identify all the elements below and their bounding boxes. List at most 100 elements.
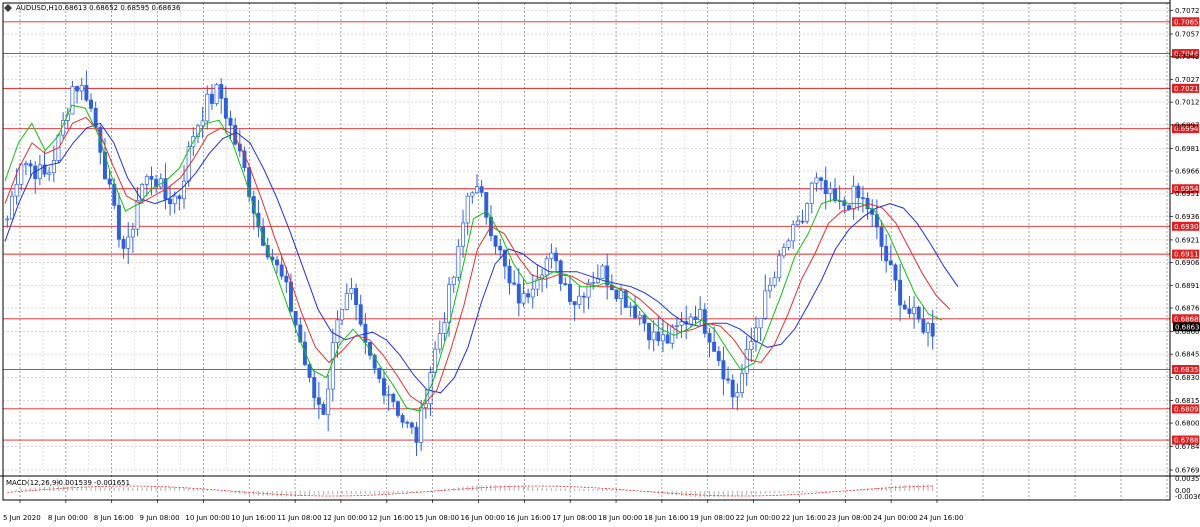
candle-body <box>530 288 535 298</box>
candle-body <box>470 192 475 197</box>
time-tick-label: 8 Jun 16:00 <box>94 514 134 522</box>
candle-body <box>549 252 554 260</box>
macd-axis-label: -0.003651 <box>1175 493 1200 501</box>
candle-body <box>577 295 582 306</box>
current-price-tag: 0.68636 <box>1173 322 1200 332</box>
candle-body <box>377 367 382 379</box>
candle-body <box>326 388 331 415</box>
candle-body <box>405 421 410 424</box>
time-tick-label: 8 Jun 00:00 <box>48 514 88 522</box>
price-level-label: 0.70651 <box>1174 18 1200 26</box>
candle-body <box>465 195 470 224</box>
candle-body <box>84 85 89 101</box>
time-tick-label: 19 Jun 08:00 <box>690 514 734 522</box>
candle-body <box>791 224 796 242</box>
candle-body <box>567 283 572 302</box>
candle-body <box>358 304 363 325</box>
price-tick-label: 0.70725 <box>1175 7 1200 15</box>
candle-body <box>484 192 489 218</box>
price-tick-label: 0.69970 <box>1175 121 1200 129</box>
candle-body <box>121 238 126 249</box>
candle-body <box>930 322 935 337</box>
price-level-label: 0.68689 <box>1174 315 1200 323</box>
candle-body <box>712 341 717 352</box>
time-tick-label: 15 Jun 08:00 <box>415 514 459 522</box>
candle-body <box>912 306 917 314</box>
candle-body <box>182 180 187 200</box>
candle-body <box>275 259 280 266</box>
candle-body <box>344 293 349 310</box>
current-price-label: 0.68636 <box>1175 323 1200 331</box>
price-tick-label: 0.68760 <box>1175 305 1200 313</box>
candle-body <box>419 407 424 443</box>
time-tick-label: 11 Jun 08:00 <box>277 514 321 522</box>
candle-body <box>9 195 14 220</box>
candle-body <box>526 293 531 298</box>
candle-body <box>400 415 405 423</box>
candle-body <box>75 86 80 92</box>
candle-body <box>740 372 745 394</box>
candle-body <box>772 277 777 286</box>
candle-body <box>447 284 452 323</box>
macd-axis-label: 0.003537 <box>1175 475 1200 483</box>
price-tick-label: 0.69515 <box>1175 190 1200 198</box>
time-tick-label: 16 Jun 00:00 <box>461 514 505 522</box>
candle-body <box>907 308 912 314</box>
candle-body <box>228 117 233 126</box>
candle-body <box>656 331 661 342</box>
time-tick-label: 22 Jun 00:00 <box>736 514 780 522</box>
candle-body <box>786 240 791 248</box>
candle-body <box>781 246 786 257</box>
candle-body <box>312 377 317 399</box>
price-chart[interactable]: 0.706510.704410.702110.699450.695480.693… <box>0 0 1200 527</box>
macd-header: MACD(12,26,9) -0.001539 -0.001651 <box>6 479 130 487</box>
candle-body <box>777 255 782 279</box>
candle-body <box>149 176 154 180</box>
time-tick-label: 18 Jun 00:00 <box>598 514 642 522</box>
candle-body <box>893 264 898 281</box>
candle-body <box>335 319 340 343</box>
candle-body <box>28 163 33 167</box>
macd-caption: MACD(12,26,9) <box>6 479 59 487</box>
candle-body <box>819 177 824 181</box>
time-tick-label: 17 Jun 08:00 <box>552 514 596 522</box>
time-tick-label: 9 Jun 08:00 <box>140 514 180 522</box>
candle-body <box>14 183 19 197</box>
time-tick-label: 12 Jun 16:00 <box>369 514 413 522</box>
price-level-label: 0.69300 <box>1174 223 1200 231</box>
time-tick-label: 22 Jun 16:00 <box>781 514 825 522</box>
candle-body <box>451 276 456 285</box>
candle-body <box>437 333 442 350</box>
candle-body <box>168 198 173 205</box>
candle-body <box>814 177 819 184</box>
candle-body <box>809 182 814 204</box>
candle-body <box>916 306 921 320</box>
candle-body <box>767 284 772 292</box>
macd-values: -0.001539 -0.001651 <box>56 479 130 487</box>
price-tick-label: 0.70420 <box>1175 53 1200 61</box>
candle-body <box>414 426 419 443</box>
candle-body <box>293 310 298 326</box>
candle-body <box>37 164 42 180</box>
candle-body <box>921 318 926 333</box>
candle-body <box>600 265 605 279</box>
candle-body <box>726 378 731 381</box>
candle-body <box>391 393 396 403</box>
candle-body <box>130 228 135 238</box>
candle-body <box>851 185 856 210</box>
candle-body <box>628 305 633 308</box>
candle-body <box>749 341 754 350</box>
candle-body <box>279 264 284 277</box>
candle-body <box>926 322 931 333</box>
candle-body <box>730 379 735 398</box>
candle-body <box>223 97 228 119</box>
chart-background <box>0 0 1200 527</box>
candle-body <box>316 397 321 405</box>
candle-body <box>856 185 861 199</box>
time-tick-label: 23 Jun 08:00 <box>827 514 871 522</box>
candle-body <box>423 403 428 409</box>
candle-body <box>902 304 907 310</box>
chart-window[interactable]: 0.706510.704410.702110.699450.695480.693… <box>0 0 1200 527</box>
price-tick-label: 0.69365 <box>1175 213 1200 221</box>
candle-body <box>554 252 559 262</box>
